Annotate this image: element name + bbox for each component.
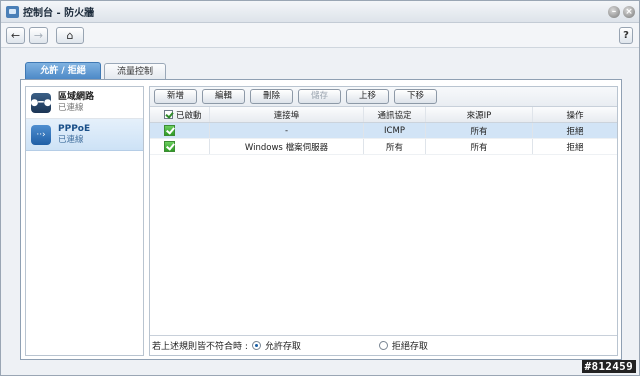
enabled-checkbox[interactable] <box>164 125 175 136</box>
lan-icon: ●━● <box>30 92 52 113</box>
sidebar-item-name: PPPoE <box>58 123 91 134</box>
port-cell: Windows 檔案伺服器 <box>210 139 364 154</box>
action-bar: 新增 編輯 刪除 儲存 上移 下移 <box>150 87 617 107</box>
action-cell: 拒絕 <box>566 142 584 153</box>
forward-button[interactable]: → <box>29 26 48 44</box>
enabled-cell <box>150 139 210 154</box>
default-policy-label: 若上述規則皆不符合時 : <box>152 342 248 352</box>
table-row[interactable]: - ICMP 所有 拒絕 <box>150 123 617 139</box>
firewall-window: 控制台 - 防火牆 – × ← → ⌂ ? 允許 / 拒絕 流量控制 ●━● 區… <box>0 0 640 376</box>
title-bar: 控制台 - 防火牆 – × <box>1 1 639 23</box>
tab-bar: 允許 / 拒絕 流量控制 <box>25 62 166 80</box>
rules-table: 已啟動 連接埠 通訊協定 來源IP 操作 - ICMP 所有 拒絕 Window… <box>150 107 617 155</box>
allow-radio[interactable] <box>251 341 261 350</box>
deny-radio-label[interactable]: 拒絕存取 <box>392 339 428 352</box>
sidebar-item-name: 區域網路 <box>58 91 95 102</box>
table-row[interactable]: Windows 檔案伺服器 所有 所有 拒絕 <box>150 139 617 155</box>
deny-radio[interactable] <box>378 341 388 350</box>
control-panel-icon <box>6 5 19 18</box>
port-cell: - <box>210 123 364 138</box>
enabled-cell <box>150 123 210 138</box>
header-action[interactable]: 操作 <box>533 107 617 122</box>
delete-button[interactable]: 刪除 <box>250 89 293 104</box>
back-button[interactable]: ← <box>6 26 25 44</box>
sidebar-item-status: 已連線 <box>58 134 84 145</box>
move-up-button[interactable]: 上移 <box>346 89 389 104</box>
protocol-cell: 所有 <box>364 139 426 154</box>
sidebar-item-pppoe[interactable]: ··› PPPoE 已連線 <box>26 119 143 151</box>
action-cell: 拒絕 <box>566 126 584 137</box>
source-ip-cell: 所有 <box>426 123 533 138</box>
header-protocol[interactable]: 通訊協定 <box>364 107 426 122</box>
watermark-label: #812459 <box>581 360 636 373</box>
protocol-cell: ICMP <box>364 123 426 138</box>
help-button[interactable]: ? <box>619 26 633 44</box>
move-down-button[interactable]: 下移 <box>394 89 437 104</box>
window-title: 控制台 - 防火牆 <box>23 8 95 19</box>
edit-button[interactable]: 編輯 <box>202 89 245 104</box>
add-button[interactable]: 新增 <box>154 89 197 104</box>
sidebar-item-lan[interactable]: ●━● 區域網路 已連線 <box>26 87 143 119</box>
source-ip-cell: 所有 <box>426 139 533 154</box>
header-source-ip[interactable]: 來源IP <box>426 107 533 122</box>
main-panel: ●━● 區域網路 已連線 ··› PPPoE 已連線 新增 編輯 刪除 儲存 上… <box>20 79 622 360</box>
header-port[interactable]: 連接埠 <box>210 107 364 122</box>
select-all-checkbox[interactable] <box>164 110 173 119</box>
header-enabled[interactable]: 已啟動 <box>150 107 210 122</box>
close-button[interactable]: × <box>623 5 635 18</box>
tab-allow-deny[interactable]: 允許 / 拒絕 <box>25 62 101 79</box>
pppoe-icon: ··› <box>31 124 51 145</box>
rules-pane: 新增 編輯 刪除 儲存 上移 下移 已啟動 連接埠 通訊協定 來源IP 操作 -… <box>149 86 618 356</box>
tab-traffic-control[interactable]: 流量控制 <box>104 63 166 80</box>
allow-radio-label[interactable]: 允許存取 <box>265 339 301 352</box>
home-button[interactable]: ⌂ <box>56 26 84 44</box>
minimize-button[interactable]: – <box>608 5 620 18</box>
table-header: 已啟動 連接埠 通訊協定 來源IP 操作 <box>150 107 617 123</box>
sidebar-item-status: 已連線 <box>58 102 84 113</box>
toolbar: ← → ⌂ ? <box>1 23 639 48</box>
enabled-checkbox[interactable] <box>164 141 175 152</box>
save-button[interactable]: 儲存 <box>298 89 341 104</box>
default-policy-bar: 若上述規則皆不符合時 : 允許存取 拒絕存取 <box>150 335 617 355</box>
interface-list: ●━● 區域網路 已連線 ··› PPPoE 已連線 <box>25 86 144 356</box>
